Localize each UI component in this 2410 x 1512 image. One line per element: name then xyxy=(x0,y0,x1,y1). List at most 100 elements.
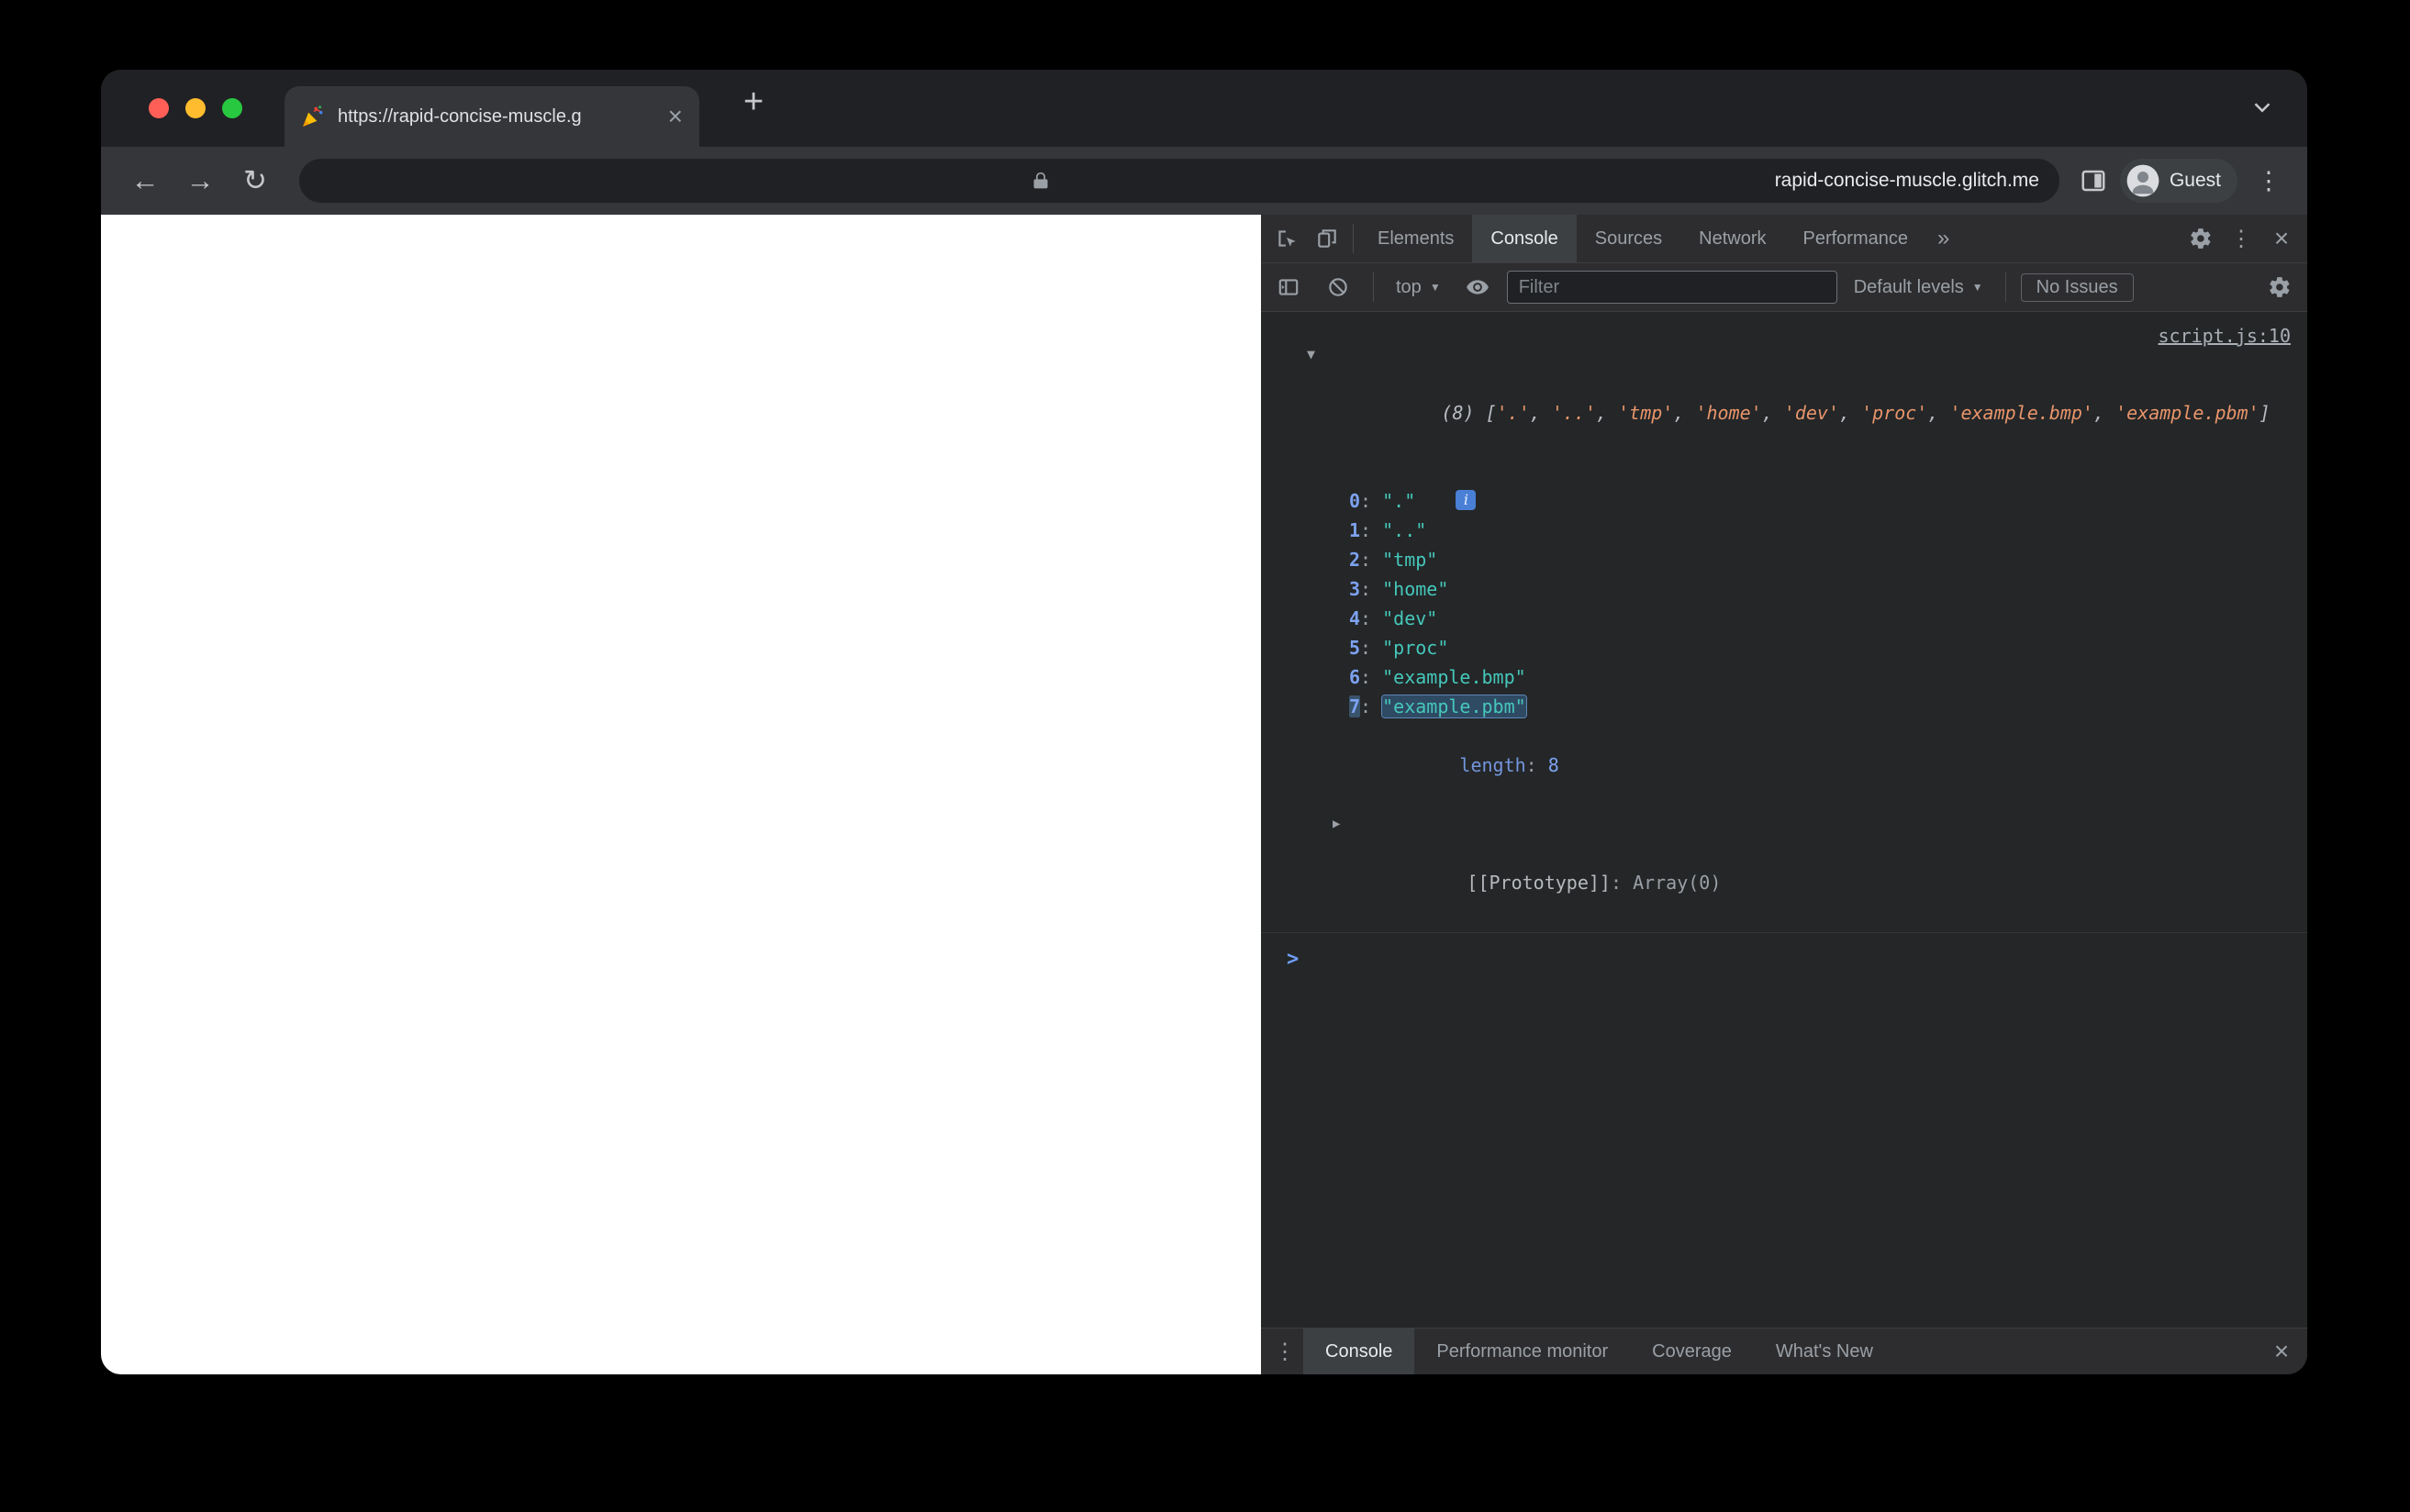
more-tabs-icon[interactable]: » xyxy=(1926,215,1960,262)
entry-key: 7 xyxy=(1349,695,1361,717)
preview-item: '.' xyxy=(1496,402,1530,424)
entry-value: "proc" xyxy=(1382,637,1449,659)
devtools-menu-icon[interactable]: ⋮ xyxy=(2221,226,2261,252)
navigation-toolbar: ← → ↻ rapid-concise-muscle.glitch.me Gue… xyxy=(101,147,2307,215)
preview-item: 'home' xyxy=(1695,402,1762,424)
minimize-window-button[interactable] xyxy=(185,98,206,118)
back-button[interactable]: ← xyxy=(121,164,169,197)
log-levels-label: Default levels xyxy=(1853,276,1964,297)
zoom-window-button[interactable] xyxy=(222,98,242,118)
tab-strip: https://rapid-concise-muscle.g × + xyxy=(101,70,2307,147)
colon: : xyxy=(1360,666,1383,688)
console-prototype-row[interactable]: ▶ [[Prototype]]: Array(0) xyxy=(1261,809,2307,927)
devtools-close-icon[interactable]: × xyxy=(2261,224,2302,253)
drawer-tab-what-s-new[interactable]: What's New xyxy=(1754,1329,1895,1374)
preview-item: 'dev' xyxy=(1783,402,1839,424)
console-array-entry[interactable]: 2: "tmp" xyxy=(1261,545,2307,574)
close-window-button[interactable] xyxy=(149,98,169,118)
profile-name: Guest xyxy=(2169,170,2221,191)
console-array-entry[interactable]: 0: "." xyxy=(1261,486,2307,516)
drawer-close-icon[interactable]: × xyxy=(2261,1337,2302,1366)
drawer-tab-performance-monitor[interactable]: Performance monitor xyxy=(1414,1329,1630,1374)
devtools-tabs: Elements Console Sources Network Performance xyxy=(1359,215,1926,262)
eye-icon[interactable] xyxy=(1457,275,1498,299)
prompt-chevron-icon: > xyxy=(1287,948,1300,971)
settings-gear-icon[interactable] xyxy=(2181,227,2221,250)
device-toolbar-icon[interactable] xyxy=(1307,227,1347,250)
entry-value: "dev" xyxy=(1382,607,1438,629)
expand-triangle-icon[interactable]: ▶ xyxy=(1333,809,1340,839)
colon: : xyxy=(1360,549,1383,571)
lock-icon xyxy=(1033,172,1048,189)
avatar-icon xyxy=(2126,164,2159,197)
devtools-tab-elements[interactable]: Elements xyxy=(1359,215,1472,262)
page-content xyxy=(101,215,1261,1374)
devtools-tab-performance[interactable]: Performance xyxy=(1785,215,1927,262)
entry-value: ".." xyxy=(1382,519,1427,541)
length-key: length xyxy=(1459,754,1526,776)
console-array-entry[interactable]: 7: "example.pbm" xyxy=(1261,692,2307,721)
browser-tab[interactable]: https://rapid-concise-muscle.g × xyxy=(285,86,699,147)
separator xyxy=(2004,272,2006,302)
log-levels-selector[interactable]: Default levels ▼ xyxy=(1847,277,1991,298)
console-sidebar-icon[interactable] xyxy=(1268,275,1309,299)
console-array-entry[interactable]: 6: "example.bmp" xyxy=(1261,662,2307,692)
console-message: ▼ (8) ['.', '..', 'tmp', 'home', 'dev', … xyxy=(1261,339,2307,933)
party-popper-icon xyxy=(303,106,323,127)
preview-item: 'tmp' xyxy=(1618,402,1674,424)
entry-key: 4 xyxy=(1349,607,1361,629)
issues-counter[interactable]: No Issues xyxy=(2020,272,2134,302)
array-count: (8) xyxy=(1441,402,1486,424)
inspect-element-icon[interactable] xyxy=(1266,227,1307,250)
url-text: rapid-concise-muscle.glitch.me xyxy=(1774,170,2039,191)
colon: : xyxy=(1360,607,1383,629)
length-value: 8 xyxy=(1547,754,1559,776)
colon: : xyxy=(1360,578,1383,600)
drawer-tab-console[interactable]: Console xyxy=(1303,1329,1415,1374)
preview-item: 'example.pbm' xyxy=(2115,402,2259,424)
console-array-entry[interactable]: 5: "proc" xyxy=(1261,633,2307,662)
console-array-entry[interactable]: 4: "dev" xyxy=(1261,604,2307,633)
console-array-preview-text: (8) ['.', '..', 'tmp', 'home', 'dev', 'p… xyxy=(1441,402,2271,424)
devtools-panel: Elements Console Sources Network Performance… xyxy=(1261,215,2307,1374)
devtools-tab-console[interactable]: Console xyxy=(1472,215,1577,262)
clear-console-icon[interactable] xyxy=(1318,275,1358,299)
console-messages: script.js:10 ▼ (8) ['.', '..', 'tmp', 'h… xyxy=(1261,312,2307,1328)
console-array-entry[interactable]: 1: ".." xyxy=(1261,516,2307,545)
colon: : xyxy=(1525,754,1548,776)
console-array-entry[interactable]: 3: "home" xyxy=(1261,574,2307,604)
console-array-preview[interactable]: ▼ (8) ['.', '..', 'tmp', 'home', 'dev', … xyxy=(1261,339,2307,457)
devtools-tab-network[interactable]: Network xyxy=(1680,215,1784,262)
console-settings-gear-icon[interactable] xyxy=(2259,275,2300,299)
colon: : xyxy=(1610,872,1634,894)
reload-button[interactable]: ↻ xyxy=(231,164,279,197)
preview-item: 'example.bmp' xyxy=(1949,402,2093,424)
devtools-tabbar-right: ⋮ × xyxy=(2181,224,2302,253)
address-bar[interactable]: rapid-concise-muscle.glitch.me xyxy=(299,159,2059,203)
colon: : xyxy=(1360,695,1383,717)
console-toolbar: top ▼ Default levels ▼ No Issues xyxy=(1261,263,2307,312)
side-panel-icon[interactable] xyxy=(2080,167,2107,195)
filter-input[interactable] xyxy=(1506,271,1837,304)
entry-value: "tmp" xyxy=(1382,549,1438,571)
drawer-tabs: Console Performance monitor Coverage What's… xyxy=(1303,1329,1895,1374)
forward-button[interactable]: → xyxy=(176,164,224,197)
drawer-tab-coverage[interactable]: Coverage xyxy=(1630,1329,1754,1374)
drawer-menu-icon[interactable]: ⋮ xyxy=(1266,1339,1303,1365)
prototype-key: [[Prototype]] xyxy=(1467,872,1611,894)
tab-search-chevron-icon[interactable] xyxy=(2248,94,2276,121)
entry-key: 0 xyxy=(1349,490,1361,512)
new-tab-button[interactable]: + xyxy=(743,83,764,122)
collapse-triangle-icon[interactable]: ▼ xyxy=(1307,339,1315,369)
entry-value: "example.pbm" xyxy=(1382,695,1526,717)
colon: : xyxy=(1360,519,1383,541)
tab-close-icon[interactable]: × xyxy=(668,104,683,129)
console-prompt[interactable]: > xyxy=(1261,946,2307,973)
devtools-tab-sources[interactable]: Sources xyxy=(1577,215,1680,262)
console-array-entries: 0: "." 1: ".." 2: "tmp" 3: "home" 4: "dev" 5:… xyxy=(1261,486,2307,721)
context-selector[interactable]: top ▼ xyxy=(1389,277,1448,298)
context-label: top xyxy=(1396,276,1422,297)
devtools-tabbar: Elements Console Sources Network Performance… xyxy=(1261,215,2307,263)
profile-button[interactable]: Guest xyxy=(2119,159,2237,203)
browser-menu-icon[interactable]: ⋮ xyxy=(2250,167,2287,195)
